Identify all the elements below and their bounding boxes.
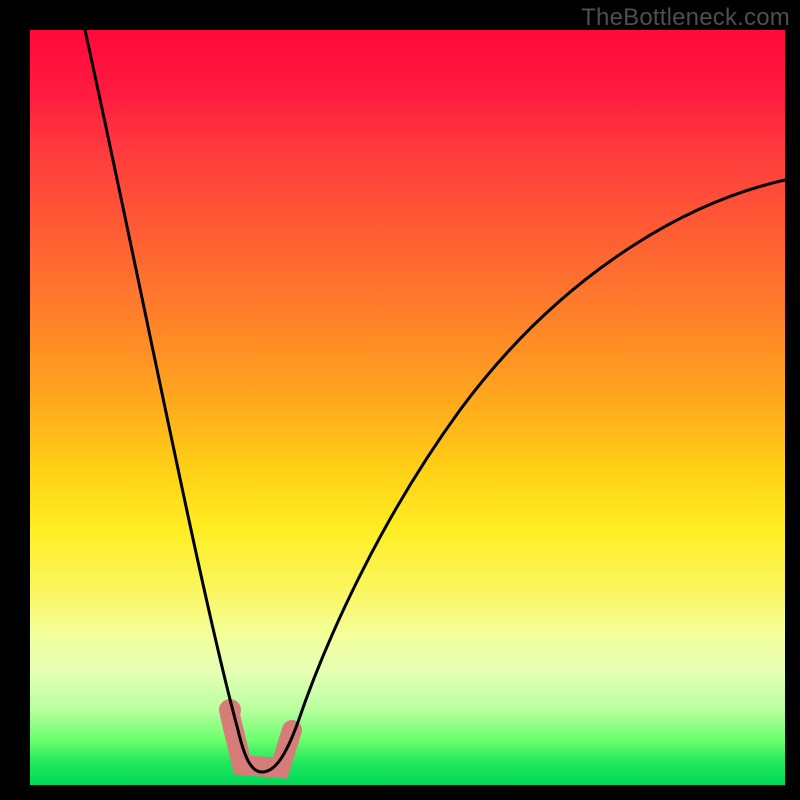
curve-layer: [30, 30, 785, 785]
accent-highlight: [230, 715, 292, 768]
chart-frame: TheBottleneck.com: [0, 0, 800, 800]
watermark-text: TheBottleneck.com: [581, 4, 790, 32]
bottleneck-curve-path: [85, 30, 785, 772]
plot-area: [30, 30, 785, 785]
